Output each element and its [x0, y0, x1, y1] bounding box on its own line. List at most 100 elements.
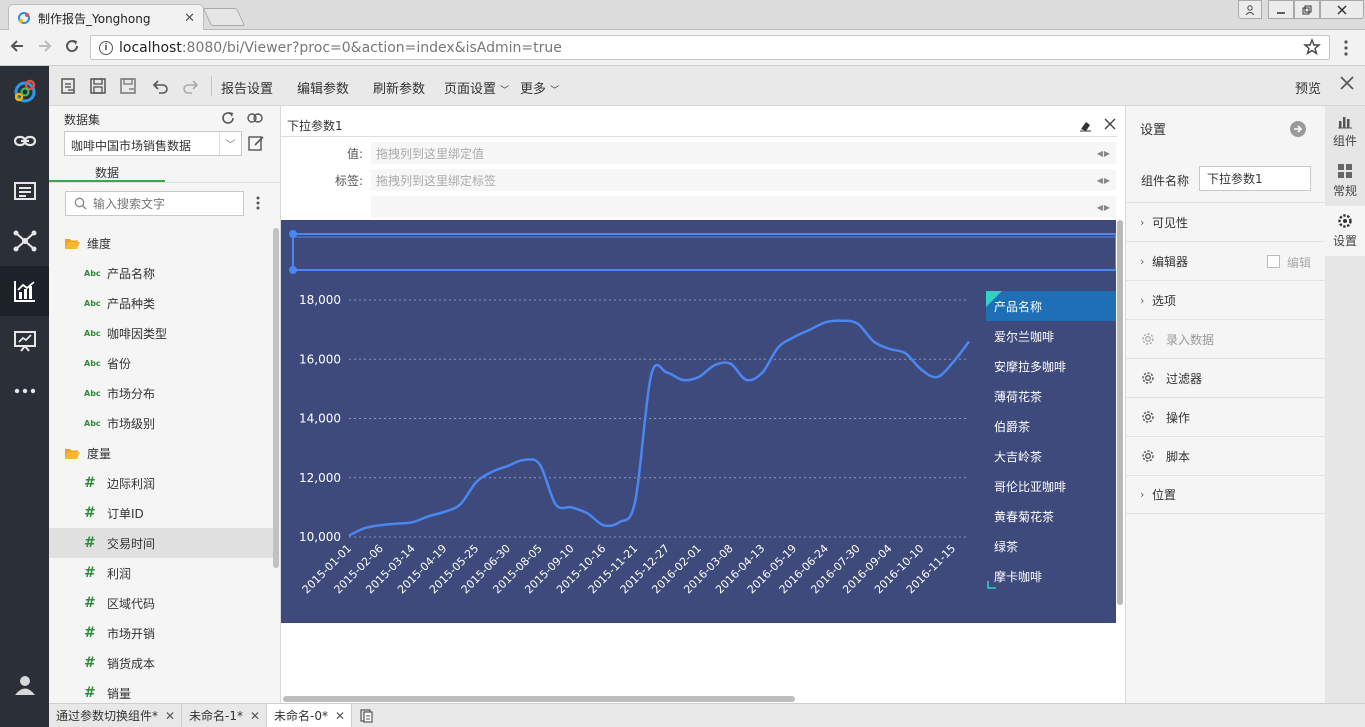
- extra-binding-dropzone[interactable]: ◀▶: [371, 196, 1116, 218]
- rail-dataset-icon[interactable]: [0, 166, 49, 216]
- dimension-item[interactable]: Abc 市场分布: [49, 378, 273, 408]
- measure-item-selected[interactable]: # 交易时间: [49, 528, 273, 558]
- measure-item[interactable]: # 销量: [49, 678, 273, 703]
- rail-link-icon[interactable]: [0, 116, 49, 166]
- back-arrow-icon[interactable]: [9, 38, 25, 54]
- tab-general[interactable]: 常规: [1325, 156, 1365, 206]
- more-label: 更多: [520, 82, 547, 97]
- script-label: 脚本: [1166, 449, 1191, 464]
- input-data-label: 录入数据: [1166, 332, 1215, 347]
- reload-icon[interactable]: [64, 38, 80, 54]
- preview-button[interactable]: 预览: [1295, 78, 1321, 97]
- measure-item[interactable]: # 订单ID: [49, 498, 273, 528]
- rail-user-icon[interactable]: [0, 660, 49, 710]
- dataset-link-icon[interactable]: [246, 111, 264, 125]
- measure-item[interactable]: # 销货成本: [49, 648, 273, 678]
- legend-item: 安摩拉多咖啡: [994, 359, 1066, 374]
- scroll-arrows-icon[interactable]: ◀▶: [1097, 203, 1111, 212]
- new-tab-button[interactable]: [202, 8, 246, 26]
- canvas-vertical-scrollbar[interactable]: [1117, 220, 1123, 605]
- component-name-input[interactable]: [1199, 166, 1311, 191]
- eraser-icon[interactable]: [1079, 119, 1092, 132]
- edit-params-button[interactable]: 编辑参数: [297, 78, 349, 97]
- measure-item[interactable]: # 利润: [49, 558, 273, 588]
- dimension-item[interactable]: Abc 产品种类: [49, 288, 273, 318]
- refresh-icon[interactable]: [220, 110, 236, 126]
- scroll-arrows-icon[interactable]: ◀▶: [1097, 176, 1111, 185]
- new-document-icon[interactable]: [359, 708, 374, 723]
- tab-settings[interactable]: 设置: [1325, 206, 1365, 256]
- measure-label: 市场开销: [107, 626, 156, 641]
- measure-folder[interactable]: 度量: [49, 438, 273, 468]
- measure-item[interactable]: # 区域代码: [49, 588, 273, 618]
- dimension-item[interactable]: Abc 产品名称: [49, 258, 273, 288]
- rail-presentation-icon[interactable]: [0, 316, 49, 366]
- tab-component[interactable]: 组件: [1325, 106, 1365, 156]
- browser-tab-close-icon[interactable]: ✕: [184, 11, 195, 26]
- bookmark-star-icon[interactable]: [1303, 38, 1321, 56]
- dimension-item[interactable]: Abc 咖啡因类型: [49, 318, 273, 348]
- window-close-button[interactable]: [1320, 0, 1364, 19]
- measure-item[interactable]: # 边际利润: [49, 468, 273, 498]
- close-editor-icon[interactable]: [1339, 75, 1355, 91]
- field-search-box[interactable]: [65, 191, 244, 216]
- edit-dataset-icon[interactable]: [247, 134, 265, 152]
- arrow-right-circle-icon[interactable]: [1289, 120, 1307, 138]
- canvas-horizontal-scrollbar[interactable]: [283, 696, 795, 702]
- value-binding-dropzone[interactable]: 拖拽列到这里绑定值 ◀▶: [371, 142, 1116, 164]
- page-settings-button[interactable]: 页面设置 ﹀: [444, 78, 509, 97]
- rail-report-icon[interactable]: [0, 266, 49, 316]
- refresh-params-button[interactable]: 刷新参数: [373, 78, 425, 97]
- more-button[interactable]: 更多 ﹀: [520, 78, 559, 97]
- rail-network-icon[interactable]: [0, 216, 49, 266]
- line-chart-component[interactable]: 10,000 12,000 14,000 16,000 18,000 2015-01-01…: [281, 220, 1116, 623]
- report-toolbar: 报告设置 编辑参数 刷新参数 页面设置 ﹀ 更多 ﹀ 预览: [49, 66, 1365, 106]
- undo-icon[interactable]: [151, 77, 169, 95]
- data-panel-scrollbar[interactable]: [273, 228, 279, 568]
- doc-tab-close-icon[interactable]: ✕: [250, 709, 260, 723]
- doc-tab-close-icon[interactable]: ✕: [335, 709, 345, 723]
- search-input[interactable]: [93, 196, 233, 211]
- window-minimize-button[interactable]: [1268, 0, 1294, 19]
- editor-checkbox[interactable]: [1267, 255, 1280, 268]
- doc-tab-active[interactable]: 未命名-0* ✕: [267, 704, 352, 727]
- new-report-icon[interactable]: [59, 77, 77, 95]
- save-icon[interactable]: [89, 77, 107, 95]
- site-info-icon[interactable]: i: [99, 40, 113, 55]
- input-data-row[interactable]: 录入数据: [1126, 319, 1326, 358]
- visibility-section[interactable]: › 可见性: [1126, 202, 1326, 241]
- window-restore-button[interactable]: [1294, 0, 1320, 19]
- save-as-icon[interactable]: [119, 77, 137, 95]
- field-menu-icon[interactable]: [256, 196, 260, 210]
- scroll-arrows-icon[interactable]: ◀▶: [1097, 149, 1111, 158]
- tag-binding-dropzone[interactable]: 拖拽列到这里绑定标签 ◀▶: [371, 169, 1116, 191]
- tab-data[interactable]: 数据: [49, 164, 165, 182]
- measure-item[interactable]: # 市场开销: [49, 618, 273, 648]
- doc-tab[interactable]: 通过参数切换组件* ✕: [49, 704, 182, 727]
- search-icon: [74, 197, 87, 210]
- position-section[interactable]: › 位置: [1126, 475, 1326, 514]
- dimension-item[interactable]: Abc 市场级别: [49, 408, 273, 438]
- dimension-item[interactable]: Abc 省份: [49, 348, 273, 378]
- browser-menu-icon[interactable]: [1343, 39, 1349, 57]
- param-close-icon[interactable]: [1104, 118, 1116, 130]
- dataset-select[interactable]: 咖啡中国市场销售数据 ﹀: [64, 131, 242, 156]
- folder-open-icon: [65, 238, 80, 249]
- forward-arrow-icon[interactable]: [37, 38, 53, 54]
- options-section[interactable]: › 选项: [1126, 280, 1326, 319]
- app-logo[interactable]: [0, 66, 49, 116]
- script-row[interactable]: 脚本: [1126, 436, 1326, 475]
- report-settings-button[interactable]: 报告设置: [221, 78, 273, 97]
- browser-tab[interactable]: 制作报告_Yonghong ✕: [8, 4, 204, 31]
- filter-row[interactable]: 过滤器: [1126, 358, 1326, 397]
- address-bar[interactable]: i localhost :8080/bi/Viewer?proc=0&actio…: [90, 35, 1330, 60]
- redo-icon[interactable]: [182, 77, 200, 95]
- rail-more-icon[interactable]: [0, 366, 49, 416]
- operation-row[interactable]: 操作: [1126, 397, 1326, 436]
- window-user-icon[interactable]: [1238, 0, 1262, 19]
- dimension-folder[interactable]: 维度: [49, 228, 273, 258]
- doc-tab-close-icon[interactable]: ✕: [165, 709, 175, 723]
- editor-section[interactable]: › 编辑器 编辑: [1126, 241, 1326, 280]
- measure-label: 边际利润: [107, 476, 156, 491]
- doc-tab[interactable]: 未命名-1* ✕: [182, 704, 267, 727]
